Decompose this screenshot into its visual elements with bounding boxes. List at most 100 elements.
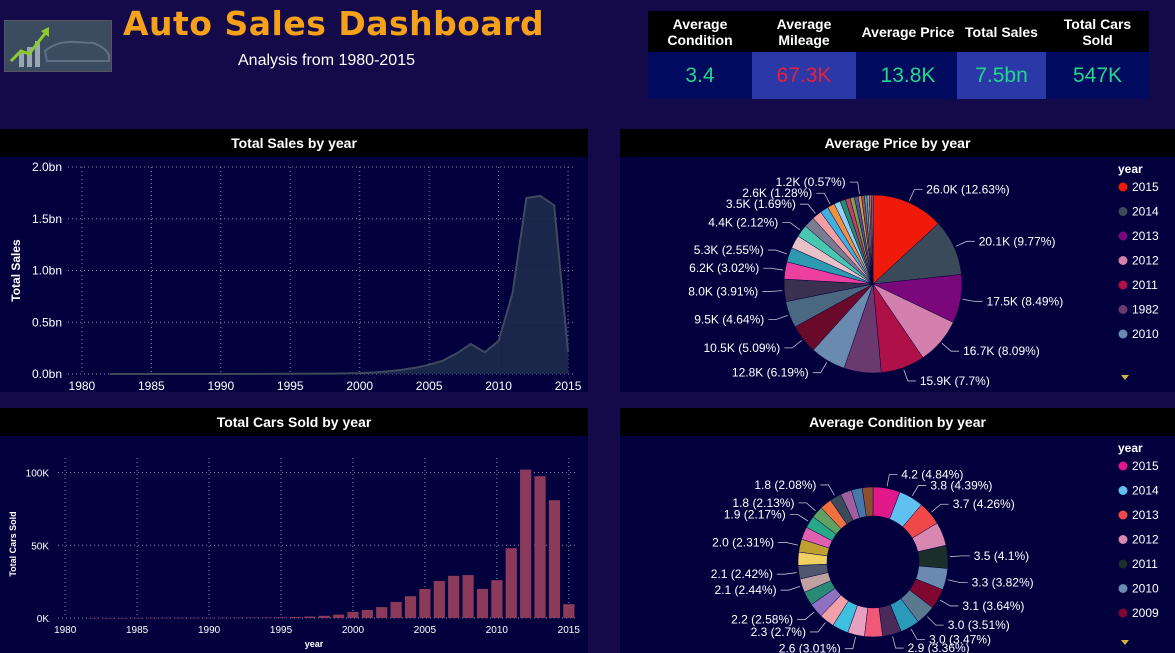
y-axis-label: Total Cars Sold [8,511,18,576]
legend-marker [1118,329,1128,339]
x-tick-label: 1980 [69,379,96,392]
cars-sold-bar-chart[interactable]: 1980 1985 1990 1995 2000 2005 2010 2015 0K 50K 100… [0,436,588,653]
kpi-total-sales: Total Sales 7.5bn [957,11,1046,99]
slice-label: 5.3K (2.55%) [694,243,764,257]
legend-marker [1118,535,1128,544]
slice-label: 8.0K (3.91%) [688,284,758,298]
kpi-value: 7.5bn [957,52,1046,99]
x-tick-label: 1980 [54,625,77,636]
bar-1994 [261,617,273,618]
kpi-label: Total Cars Sold [1046,11,1149,52]
sales-growth-icon [5,21,111,71]
bar-2000 [347,611,359,618]
x-tick-label: 2000 [342,625,365,636]
leader-line [892,636,904,649]
bar-1997 [304,616,316,618]
sales-area-chart[interactable]: 1980 1985 1990 1995 2000 2005 2010 2015 0.0bn 0.5… [0,157,588,392]
x-tick-label: 1990 [207,379,234,392]
logo [4,20,112,72]
condition-by-year-panel: Average Condition by year 4.2 (4.84%) 3.8… [620,408,1175,653]
leader-line [955,240,975,247]
legend-marker [1118,207,1128,216]
legend-label: 2014 [1132,484,1159,498]
slice-label: 3.7 (4.26%) [953,497,1015,511]
slice-label: 16.7K (8.09%) [963,344,1040,358]
leader-line [903,369,916,382]
x-tick-label: 1985 [138,379,165,392]
legend-marker [1118,461,1128,471]
slice-label: 2.9 (3.36%) [908,641,970,653]
legend-marker [1118,280,1128,290]
cars-sold-by-year-panel: Total Cars Sold by year 1980 1985 1990 1995… [0,408,588,653]
leader-line [812,362,828,374]
slice-label: 3.1 (3.64%) [962,599,1024,613]
bar-1996 [289,616,302,618]
legend-label: 2012 [1132,254,1159,268]
price-pie-chart[interactable]: 26.0K (12.63%) 20.1K (9.77%) 17.5K (8.49%)… [620,157,1175,392]
slice-label: 10.5K (5.09%) [704,341,781,355]
slice-label: 2.1 (2.42%) [711,567,773,581]
x-tick-label: 1990 [198,625,221,636]
legend-label: 2015 [1132,459,1159,473]
slice-label: 3.0 (3.51%) [948,618,1010,632]
leader-line [931,503,949,513]
bar-2015 [563,604,575,618]
y-tick-label: 100K [26,469,50,480]
leader-line [962,298,983,302]
legend-marker [1118,608,1128,618]
leader-line [844,636,856,650]
slice-label: 6.2K (3.02%) [689,261,759,275]
bar-2011 [505,548,517,618]
slice-label: 17.5K (8.49%) [987,294,1064,308]
condition-donut-chart[interactable]: 4.2 (4.84%)3.8 (4.39%)3.7 (4.26%)3.5 (4.… [620,436,1175,653]
bar-2003 [390,602,402,618]
bar-2004 [404,596,417,618]
x-tick-label: 2010 [485,379,512,392]
legend-marker [1118,486,1128,495]
kpi-total-cars-sold: Total Cars Sold 547K [1046,11,1149,99]
bar-1995 [275,617,287,618]
kpi-average-price: Average Price 13.8K [856,11,960,99]
slice-label: 4.4K (2.12%) [708,216,778,230]
legend-label: 2011 [1132,278,1158,292]
leader-line [816,192,831,204]
kpi-average-condition: Average Condition 3.4 [648,11,752,99]
leader-line [809,622,826,633]
legend-marker [1118,510,1128,520]
bar-1990 [203,617,215,619]
bar-2007 [448,575,460,618]
bar-2005 [419,588,431,618]
panel-title[interactable]: Total Sales by year [0,129,588,157]
bar-1992 [232,617,244,619]
panel-title[interactable]: Average Condition by year [620,408,1175,436]
legend-marker [1118,305,1128,314]
leader-line [941,343,960,352]
dashboard-title: Auto Sales Dashboard [123,4,545,43]
legend-marker [1118,256,1128,265]
bar-1987 [160,617,172,619]
x-tick-label: 2015 [558,625,581,636]
leader-line [782,222,801,231]
leader-line [778,542,798,546]
leader-line [762,290,783,292]
slice-label: 3.5 (4.1%) [974,549,1029,563]
slice-label: 3.3 (3.82%) [972,576,1034,590]
panel-title[interactable]: Average Price by year [620,129,1175,157]
price-by-year-panel: Average Price by year 26.0K (12.63%) 20.1… [620,129,1175,392]
bar-1999 [332,614,345,618]
bar-1986 [145,617,158,619]
slice-label: 2.6 (3.01%) [779,642,841,653]
slice-label: 3.8 (4.39%) [930,478,992,492]
slice-label: 9.5K (4.64%) [694,312,764,326]
panel-title[interactable]: Total Cars Sold by year [0,408,588,436]
slice-label: 2.3 (2.7%) [751,625,806,639]
bar-2002 [376,607,388,618]
slice-label: 2.2 (2.58%) [731,613,793,627]
y-tick-label: 50K [31,541,49,552]
leader-line [820,484,835,496]
x-tick-label: 2015 [555,379,582,392]
bar-2012 [520,469,532,618]
y-tick-label: 0.0bn [32,367,62,381]
slice-label: 2.1 (2.44%) [715,583,777,597]
legend-title: year [1118,441,1143,455]
